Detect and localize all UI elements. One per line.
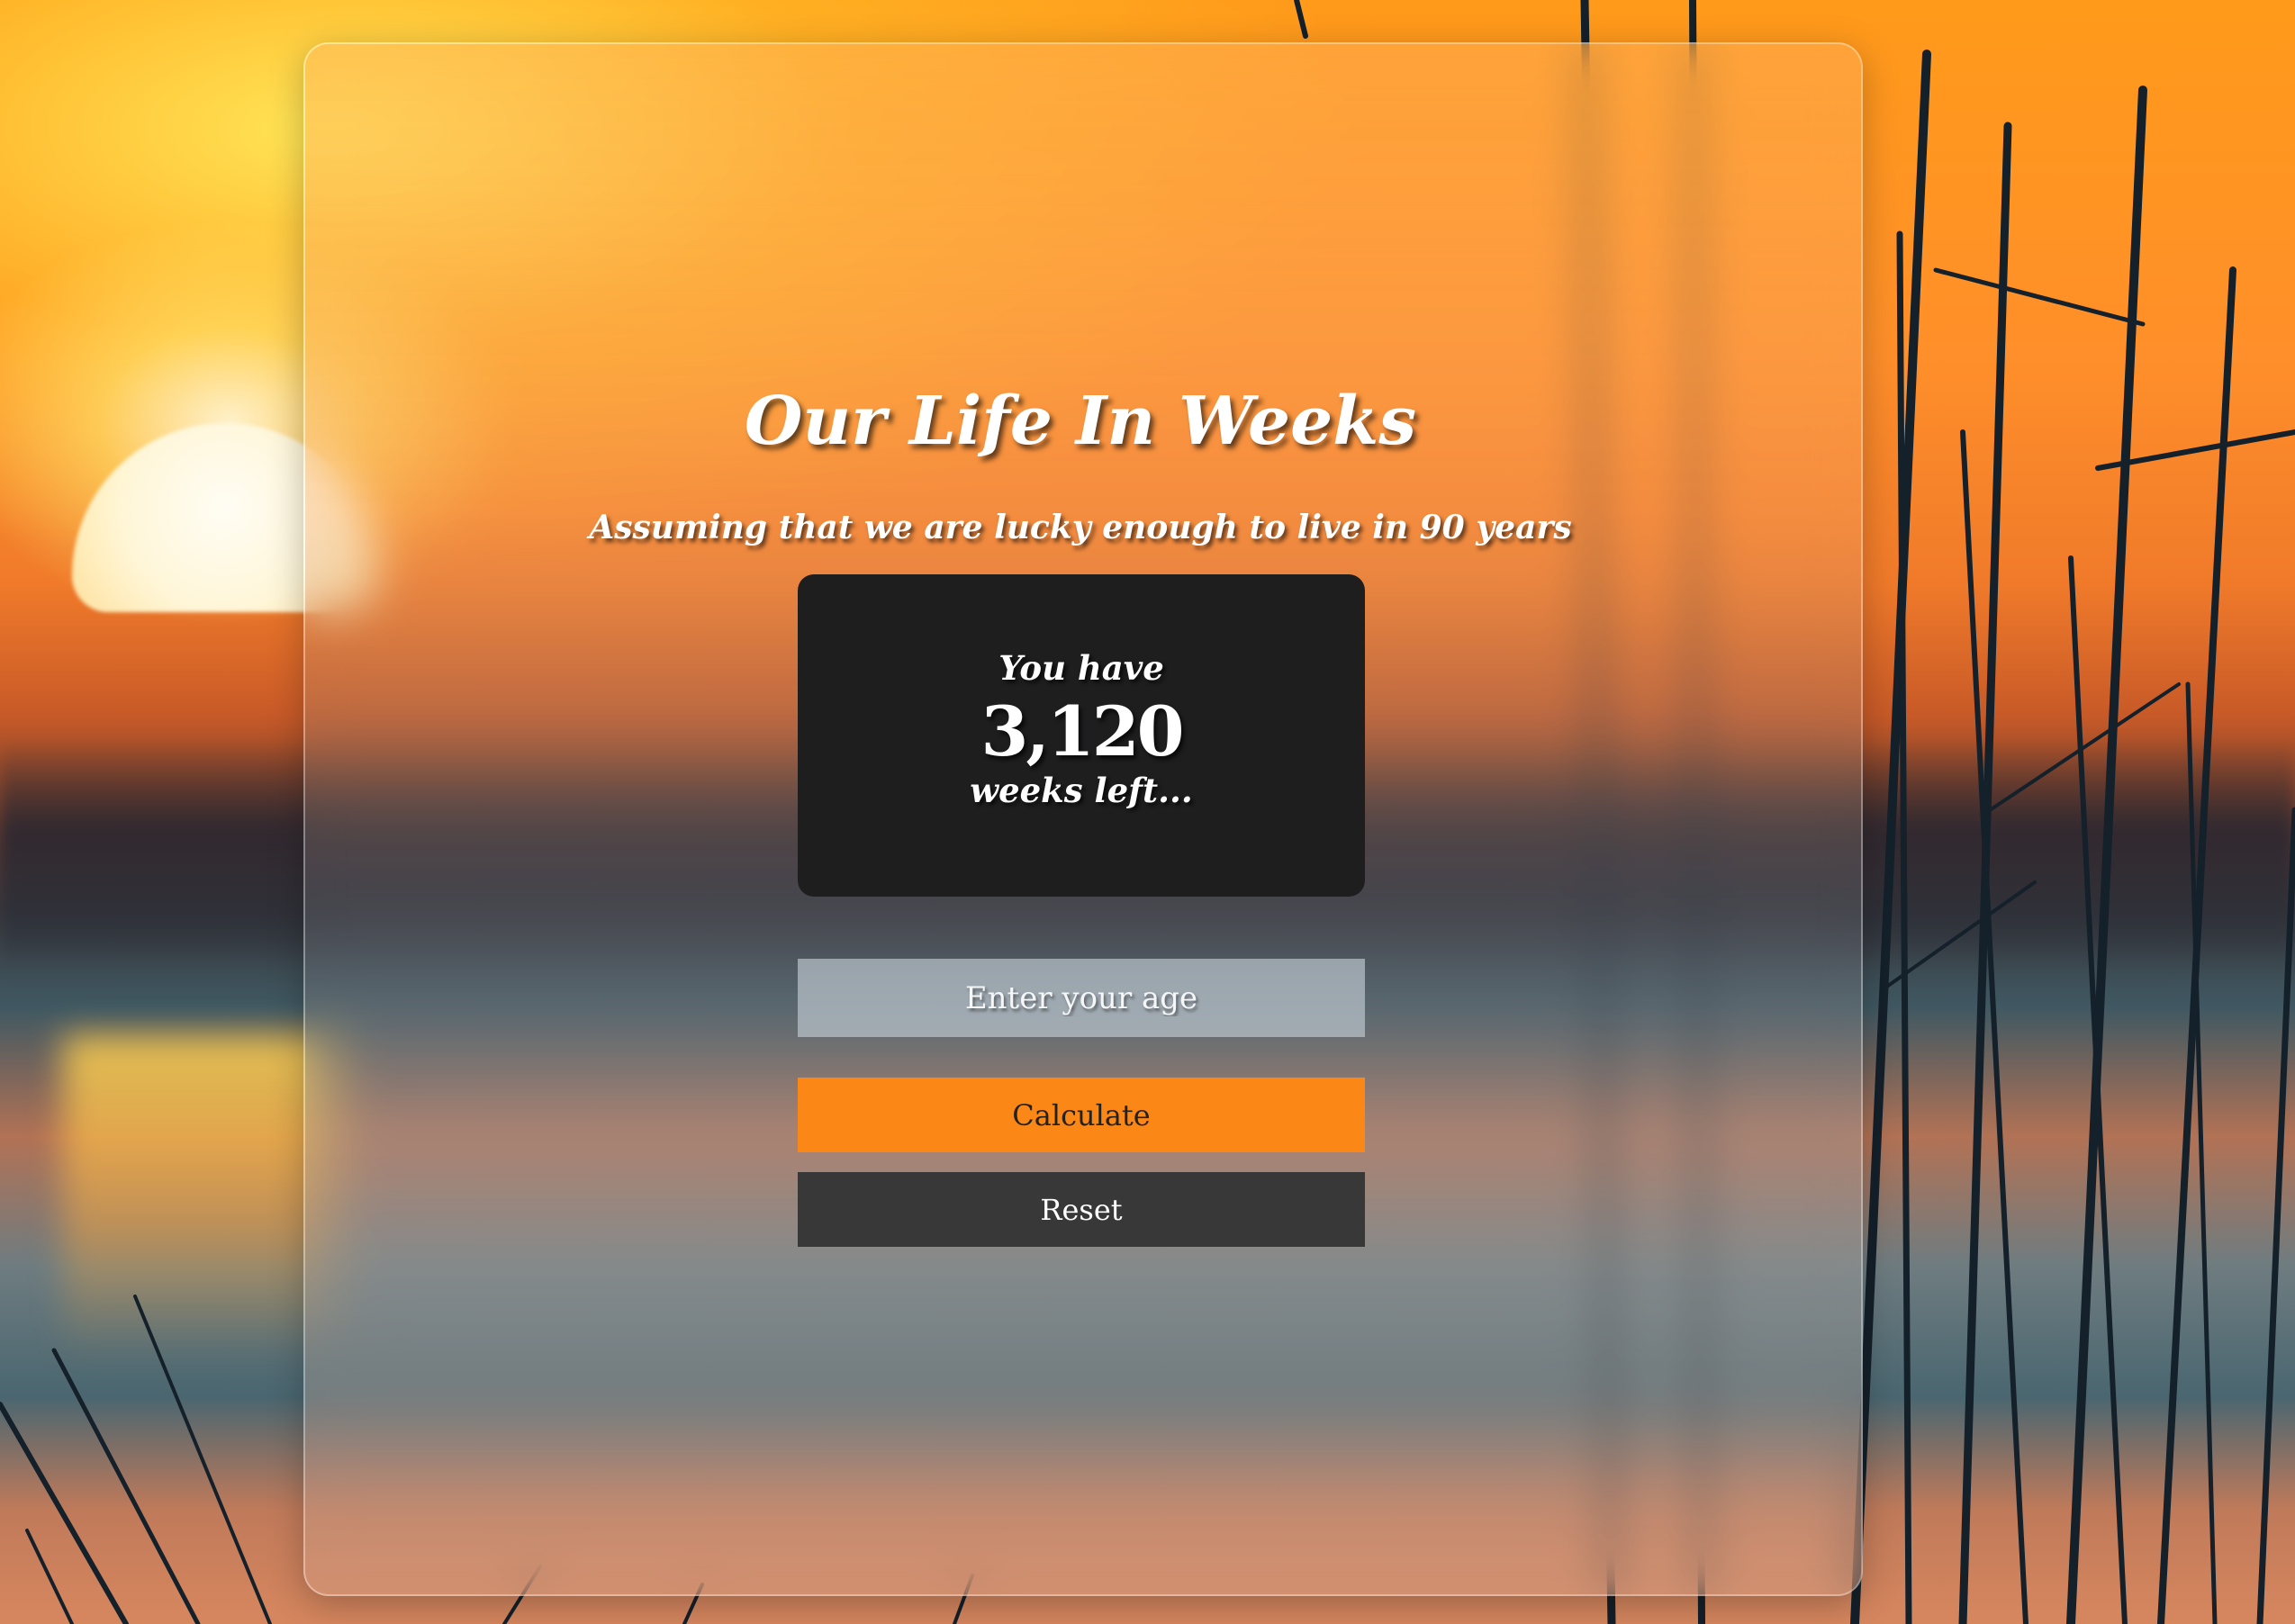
result-suffix-text: weeks left... — [970, 771, 1193, 810]
reset-button[interactable]: Reset — [798, 1172, 1365, 1247]
age-input[interactable] — [798, 959, 1365, 1037]
app-content: Our Life In Weeks Assuming that we are l… — [0, 0, 2295, 1624]
result-prefix-text: You have — [998, 648, 1164, 688]
page-subtitle: Assuming that we are lucky enough to liv… — [589, 509, 1572, 546]
calculate-button[interactable]: Calculate — [798, 1078, 1365, 1152]
result-panel: You have 3,120 weeks left... — [798, 574, 1365, 897]
page-title: Our Life In Weeks — [744, 383, 1417, 460]
weeks-left-count: 3,120 — [980, 691, 1185, 771]
